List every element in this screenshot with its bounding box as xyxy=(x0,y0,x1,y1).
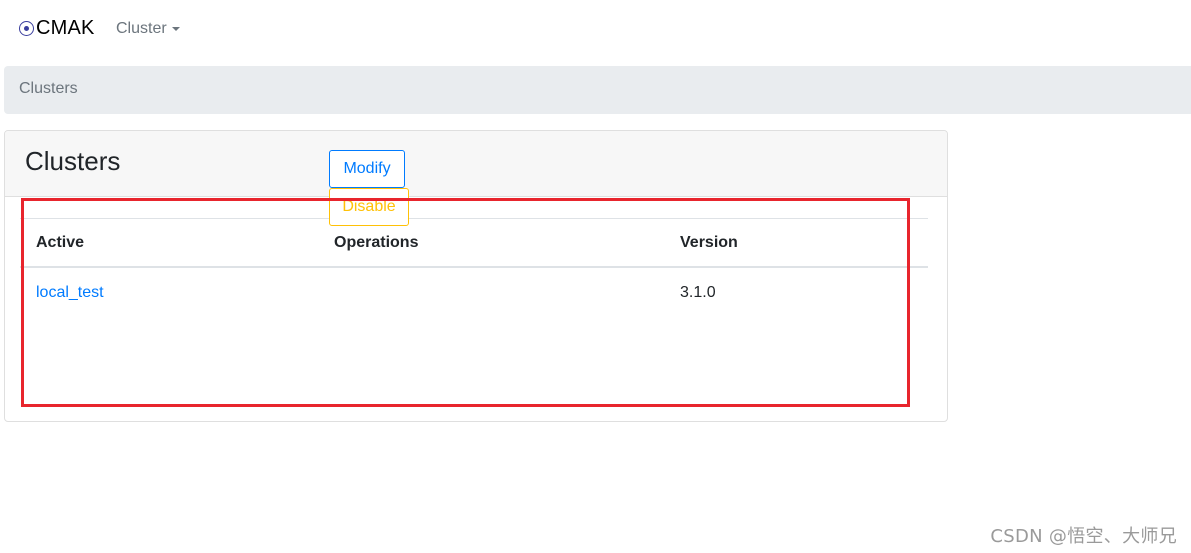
disable-button[interactable]: Disable xyxy=(329,188,409,226)
breadcrumb-item-clusters: Clusters xyxy=(19,80,78,97)
table-header-divider xyxy=(20,266,928,268)
brand-name: CMAK xyxy=(36,17,95,39)
card-header: Clusters xyxy=(5,131,947,197)
cluster-dropdown-label: Cluster xyxy=(116,20,167,37)
column-header-active: Active xyxy=(36,234,85,251)
modify-button[interactable]: Modify xyxy=(329,150,405,188)
column-header-operations: Operations xyxy=(334,234,419,251)
cluster-dropdown[interactable]: Cluster xyxy=(116,20,180,38)
watermark: CSDN @悟空、大师兄 xyxy=(990,526,1177,547)
brand-link[interactable]: CMAK xyxy=(19,17,95,40)
cluster-version: 3.1.0 xyxy=(680,284,716,301)
cluster-link-local-test[interactable]: local_test xyxy=(36,284,104,302)
top-navbar: CMAK Cluster xyxy=(0,0,1191,62)
page-title: Clusters xyxy=(25,146,121,176)
table-top-divider xyxy=(20,218,928,219)
caret-down-icon xyxy=(171,27,180,31)
clusters-card: Clusters xyxy=(4,130,948,422)
target-circle-icon xyxy=(19,21,34,36)
breadcrumb: Clusters xyxy=(4,66,1191,114)
column-header-version: Version xyxy=(680,234,738,251)
